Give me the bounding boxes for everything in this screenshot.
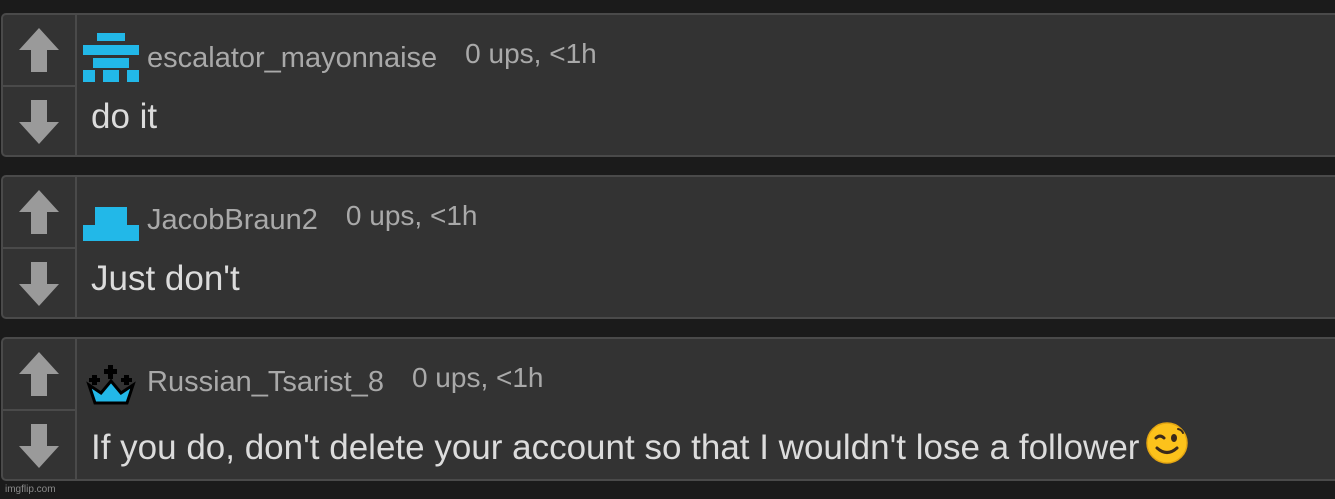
username-link[interactable]: JacobBraun2 (147, 204, 318, 237)
comment-header: Russian_Tsarist_8 0 ups, <1h (83, 357, 544, 407)
comment-meta: 0 ups, <1h (411, 362, 544, 393)
username-link[interactable]: escalator_mayonnaise (147, 42, 437, 75)
watermark: imgflip.com (5, 484, 56, 495)
comment-header: JacobBraun2 0 ups, <1h (83, 195, 477, 245)
upvote-button[interactable] (3, 339, 75, 411)
upvote-button[interactable] (3, 15, 75, 87)
comment-header: escalator_mayonnaise 0 ups, <1h (83, 33, 597, 83)
comment-card: Russian_Tsarist_8 0 ups, <1h If you do, … (1, 337, 1335, 481)
downvote-button[interactable] (3, 87, 75, 155)
comment-card: JacobBraun2 0 ups, <1h Just don't (1, 175, 1335, 319)
arrow-up-icon (19, 352, 59, 396)
comment-text: If you do, don't delete your account so … (91, 421, 1189, 474)
upvote-button[interactable] (3, 177, 75, 249)
pixel-creature-icon[interactable] (83, 33, 139, 83)
arrow-down-icon (19, 424, 59, 468)
vote-column (3, 15, 77, 155)
comment-text-content: If you do, don't delete your account so … (91, 428, 1140, 467)
arrow-down-icon (19, 100, 59, 144)
vote-column (3, 339, 77, 479)
downvote-button[interactable] (3, 411, 75, 479)
arrow-up-icon (19, 190, 59, 234)
arrow-down-icon (19, 262, 59, 306)
comment-text: do it (91, 97, 158, 136)
comment-text: Just don't (91, 259, 240, 298)
downvote-button[interactable] (3, 249, 75, 317)
vote-column (3, 177, 77, 317)
username-link[interactable]: Russian_Tsarist_8 (147, 366, 384, 399)
comment-meta: 0 ups, <1h (345, 200, 478, 231)
arrow-up-icon (19, 28, 59, 72)
comment-meta: 0 ups, <1h (465, 38, 597, 69)
pixel-hat-icon[interactable] (83, 195, 139, 245)
comment-card: escalator_mayonnaise 0 ups, <1h do it (1, 13, 1335, 157)
winking-face-icon (1145, 421, 1189, 474)
crown-icon[interactable] (83, 357, 139, 407)
